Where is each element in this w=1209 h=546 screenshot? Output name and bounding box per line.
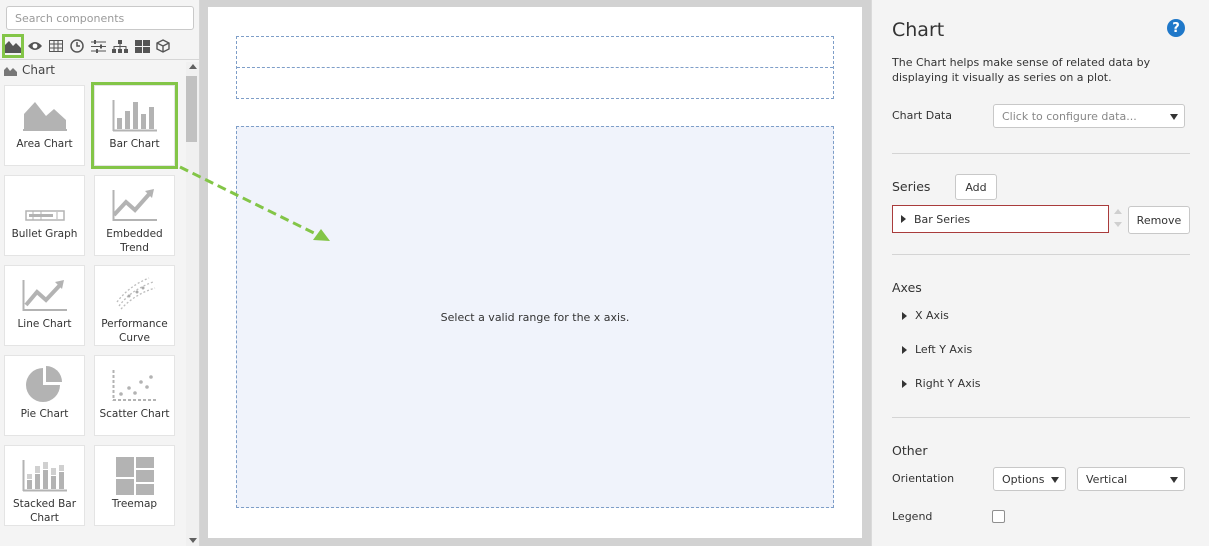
move-down-arrow-icon[interactable] xyxy=(1114,222,1122,227)
pie-chart-icon xyxy=(25,366,62,402)
cube-icon[interactable] xyxy=(152,34,174,58)
design-canvas[interactable]: Select a valid range for the x axis. xyxy=(208,7,862,538)
tile-label: Bullet Graph xyxy=(11,228,78,240)
tile-label: Area Chart xyxy=(16,138,73,150)
section-header-chart[interactable]: Chart xyxy=(0,62,186,78)
tile-performance-curve[interactable]: Performance Curve xyxy=(94,265,175,346)
tile-line-chart[interactable]: Line Chart xyxy=(4,265,85,346)
scroll-down-arrow-icon[interactable] xyxy=(189,538,197,543)
help-icon[interactable]: ? xyxy=(1167,19,1185,37)
axis-item-label: X Axis xyxy=(915,309,949,322)
tiles-icon[interactable] xyxy=(131,34,153,58)
other-section-title: Other xyxy=(892,443,928,458)
chart-data-placeholder: Click to configure data... xyxy=(1002,109,1137,123)
treemap-icon xyxy=(115,457,154,495)
tile-label: Performance Curve xyxy=(101,318,168,344)
remove-series-button[interactable]: Remove xyxy=(1128,206,1190,234)
add-series-button[interactable]: Add xyxy=(955,174,997,200)
orientation-label: Orientation xyxy=(892,472,955,485)
title-zone-divider xyxy=(237,67,833,68)
tile-area-chart[interactable]: Area Chart xyxy=(4,85,85,166)
series-section-title: Series xyxy=(892,179,931,194)
tile-pie-chart[interactable]: Pie Chart xyxy=(4,355,85,436)
chart-data-select[interactable]: Click to configure data... xyxy=(993,104,1185,128)
tile-label: Treemap xyxy=(111,498,158,510)
component-palette: Chart Area Chart Bar Chart Bullet Graph xyxy=(0,0,200,546)
eye-icon[interactable] xyxy=(24,34,46,58)
chart-data-label: Chart Data xyxy=(892,109,952,122)
expand-arrow-icon xyxy=(901,215,906,223)
scroll-thumb[interactable] xyxy=(186,76,197,142)
scroll-up-arrow-icon[interactable] xyxy=(189,64,197,69)
tile-label: Pie Chart xyxy=(20,408,69,420)
tile-treemap[interactable]: Treemap xyxy=(94,445,175,526)
legend-checkbox[interactable] xyxy=(992,510,1005,523)
series-item-bar-series[interactable]: Bar Series xyxy=(892,205,1109,233)
axes-section-title: Axes xyxy=(892,280,922,295)
tile-scatter-chart[interactable]: Scatter Chart xyxy=(94,355,175,436)
tile-label: Line Chart xyxy=(17,318,72,330)
orientation-mode-value: Options xyxy=(1002,472,1045,486)
series-reorder-control[interactable] xyxy=(1113,207,1123,231)
expand-arrow-icon xyxy=(902,345,907,354)
tile-label: Stacked Bar Chart xyxy=(12,498,77,524)
orientation-value: Vertical xyxy=(1086,472,1128,486)
stacked-bar-chart-icon xyxy=(22,460,67,492)
panel-description: The Chart helps make sense of related da… xyxy=(892,56,1151,84)
embedded-trend-icon xyxy=(112,189,157,221)
tile-label: Embedded Trend xyxy=(106,228,163,254)
sliders-icon[interactable] xyxy=(87,34,109,58)
chart-icon[interactable] xyxy=(2,34,24,58)
tile-label: Bar Chart xyxy=(109,138,160,150)
tile-bar-chart[interactable]: Bar Chart xyxy=(91,82,178,169)
bar-chart-icon xyxy=(112,100,157,132)
bullet-graph-icon xyxy=(24,210,65,221)
tile-stacked-bar-chart[interactable]: Stacked Bar Chart xyxy=(4,445,85,526)
axis-item-label: Right Y Axis xyxy=(915,377,981,390)
palette-scrollbar[interactable] xyxy=(186,62,199,546)
axis-item-left-y[interactable]: Left Y Axis xyxy=(902,343,972,356)
move-up-arrow-icon[interactable] xyxy=(1114,209,1122,214)
line-chart-icon xyxy=(22,280,67,311)
legend-label: Legend xyxy=(892,510,933,523)
category-toolbar xyxy=(0,32,199,60)
search-components-input[interactable] xyxy=(6,6,194,30)
design-canvas-area: Select a valid range for the x axis. xyxy=(200,0,871,546)
panel-title: Chart xyxy=(892,19,945,41)
divider xyxy=(892,417,1190,418)
axis-item-label: Left Y Axis xyxy=(915,343,973,356)
performance-curve-icon xyxy=(115,277,155,310)
expand-arrow-icon xyxy=(902,379,907,388)
expand-arrow-icon xyxy=(902,311,907,320)
axis-item-x[interactable]: X Axis xyxy=(902,309,949,322)
tile-embedded-trend[interactable]: Embedded Trend xyxy=(94,175,175,256)
scatter-chart-icon xyxy=(112,370,157,401)
axis-item-right-y[interactable]: Right Y Axis xyxy=(902,377,981,390)
orientation-value-select[interactable]: Vertical xyxy=(1077,467,1185,491)
tile-bullet-graph[interactable]: Bullet Graph xyxy=(4,175,85,256)
tile-label: Scatter Chart xyxy=(99,408,170,420)
chevron-down-icon xyxy=(1170,477,1178,483)
title-drop-zone[interactable] xyxy=(236,36,834,99)
orientation-mode-select[interactable]: Options xyxy=(993,467,1066,491)
divider xyxy=(892,153,1190,154)
chevron-down-icon xyxy=(1170,114,1178,120)
divider xyxy=(892,254,1190,255)
clock-icon[interactable] xyxy=(66,34,88,58)
series-item-label: Bar Series xyxy=(914,212,971,226)
properties-panel: Chart ? The Chart helps make sense of re… xyxy=(871,0,1209,546)
area-chart-small-icon xyxy=(4,66,17,76)
area-chart-icon xyxy=(22,102,67,131)
component-tiles: Area Chart Bar Chart Bullet Graph Embedd… xyxy=(0,80,186,546)
chart-placeholder-message: Select a valid range for the x axis. xyxy=(440,310,630,324)
chevron-down-icon xyxy=(1051,477,1059,483)
hierarchy-icon[interactable] xyxy=(109,34,131,58)
section-label: Chart xyxy=(22,63,55,77)
chart-drop-zone[interactable]: Select a valid range for the x axis. xyxy=(236,126,834,508)
grid-icon[interactable] xyxy=(45,34,67,58)
